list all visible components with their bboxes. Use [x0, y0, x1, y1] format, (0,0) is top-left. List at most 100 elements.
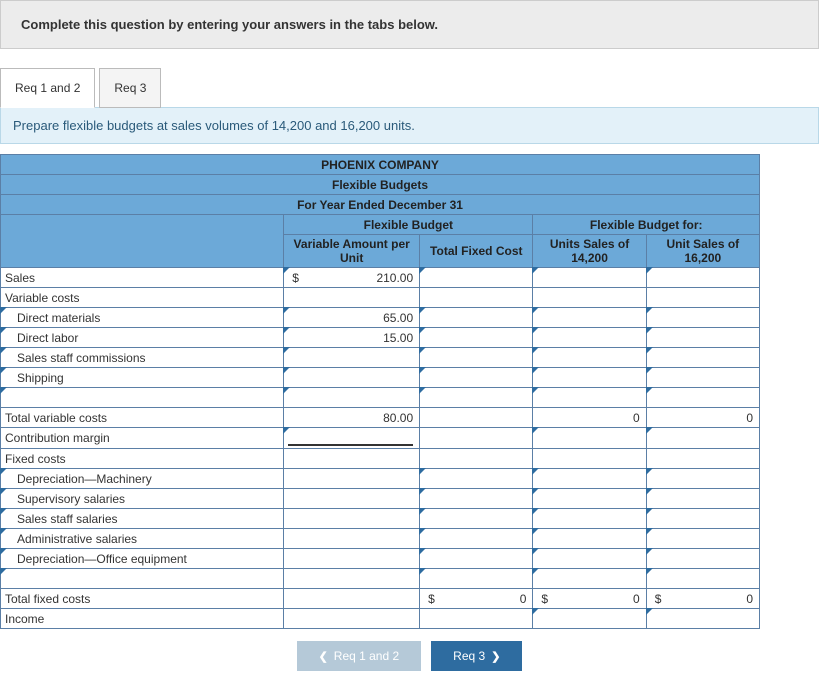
cell[interactable]: [284, 569, 420, 589]
cell[interactable]: [646, 388, 759, 408]
cell[interactable]: [646, 529, 759, 549]
cell[interactable]: [284, 529, 420, 549]
cell[interactable]: [533, 469, 646, 489]
label-ship[interactable]: Shipping: [1, 368, 284, 388]
cell[interactable]: [284, 469, 420, 489]
blank-header: [1, 215, 284, 268]
cell[interactable]: [646, 549, 759, 569]
cell[interactable]: [420, 288, 533, 308]
cell[interactable]: [533, 308, 646, 328]
cell[interactable]: [420, 569, 533, 589]
label-sup[interactable]: Supervisory salaries: [1, 489, 284, 509]
label-varcosts[interactable]: Variable costs: [1, 288, 284, 308]
cell[interactable]: [284, 489, 420, 509]
cell[interactable]: [533, 288, 646, 308]
cell[interactable]: [533, 609, 646, 629]
label-ssc[interactable]: Sales staff commissions: [1, 348, 284, 368]
label-adm[interactable]: Administrative salaries: [1, 529, 284, 549]
cell-sales-pu[interactable]: $210.00: [284, 268, 420, 288]
label-blank[interactable]: [1, 388, 284, 408]
cell[interactable]: [646, 449, 759, 469]
cell[interactable]: [284, 449, 420, 469]
cell-sales-16[interactable]: [646, 268, 759, 288]
cell[interactable]: [533, 449, 646, 469]
cell-tfc-16[interactable]: $0: [646, 589, 759, 609]
cell[interactable]: [533, 549, 646, 569]
cell-dl-pu[interactable]: 15.00: [284, 328, 420, 348]
label-cm[interactable]: Contribution margin: [1, 428, 284, 449]
cell[interactable]: [420, 449, 533, 469]
cell[interactable]: [646, 489, 759, 509]
cell[interactable]: [420, 328, 533, 348]
cell[interactable]: [420, 408, 533, 428]
next-button[interactable]: Req 3 ❯: [431, 641, 522, 671]
row-sales-staff-salaries: Sales staff salaries: [1, 509, 760, 529]
row-dep-office-equipment: Depreciation—Office equipment: [1, 549, 760, 569]
cell-dm-pu[interactable]: 65.00: [284, 308, 420, 328]
cell-tvc-14[interactable]: 0: [533, 408, 646, 428]
label-sss[interactable]: Sales staff salaries: [1, 509, 284, 529]
cell[interactable]: [646, 348, 759, 368]
cell[interactable]: [284, 368, 420, 388]
label-depm[interactable]: Depreciation—Machinery: [1, 469, 284, 489]
cell-tfc-14[interactable]: $0: [533, 589, 646, 609]
cell[interactable]: [646, 308, 759, 328]
cell[interactable]: [284, 348, 420, 368]
row-contribution-margin: Contribution margin: [1, 428, 760, 449]
cell[interactable]: [646, 428, 759, 449]
cell[interactable]: [420, 348, 533, 368]
cell[interactable]: [420, 489, 533, 509]
label-blank[interactable]: [1, 569, 284, 589]
cell[interactable]: [646, 469, 759, 489]
cell[interactable]: [533, 489, 646, 509]
cell[interactable]: [420, 388, 533, 408]
cell[interactable]: [284, 388, 420, 408]
cell[interactable]: [284, 589, 420, 609]
prev-button[interactable]: ❮ Req 1 and 2: [297, 641, 422, 671]
cell[interactable]: [533, 509, 646, 529]
cell[interactable]: [284, 609, 420, 629]
cell[interactable]: [533, 328, 646, 348]
cell[interactable]: [284, 549, 420, 569]
cell[interactable]: [533, 388, 646, 408]
cell[interactable]: [533, 428, 646, 449]
cell[interactable]: [533, 569, 646, 589]
cell[interactable]: [646, 609, 759, 629]
cell[interactable]: [284, 288, 420, 308]
cell[interactable]: [646, 328, 759, 348]
row-fixed-costs: Fixed costs: [1, 449, 760, 469]
label-depo[interactable]: Depreciation—Office equipment: [1, 549, 284, 569]
cell[interactable]: [533, 368, 646, 388]
cell[interactable]: [646, 509, 759, 529]
label-income[interactable]: Income: [1, 609, 284, 629]
cell[interactable]: [420, 509, 533, 529]
tab-req-1-and-2[interactable]: Req 1 and 2: [0, 68, 95, 108]
label-dl[interactable]: Direct labor: [1, 328, 284, 348]
label-tvc[interactable]: Total variable costs: [1, 408, 284, 428]
cell-sales-14[interactable]: [533, 268, 646, 288]
cell[interactable]: [646, 368, 759, 388]
cell[interactable]: [284, 509, 420, 529]
cell[interactable]: [533, 348, 646, 368]
tab-req-3[interactable]: Req 3: [99, 68, 161, 108]
label-tfc[interactable]: Total fixed costs: [1, 589, 284, 609]
label-dm[interactable]: Direct materials: [1, 308, 284, 328]
cell-tfc-fixed[interactable]: $0: [420, 589, 533, 609]
cell[interactable]: [420, 308, 533, 328]
cell[interactable]: [420, 368, 533, 388]
cell[interactable]: [646, 288, 759, 308]
cell[interactable]: [420, 428, 533, 449]
cell-cm-pu[interactable]: [284, 428, 420, 449]
cell[interactable]: [420, 529, 533, 549]
cell[interactable]: [420, 549, 533, 569]
cell-tvc-16[interactable]: 0: [646, 408, 759, 428]
row-sales: Sales $210.00: [1, 268, 760, 288]
cell[interactable]: [420, 609, 533, 629]
cell[interactable]: [420, 469, 533, 489]
cell[interactable]: [533, 529, 646, 549]
cell-tvc-pu[interactable]: 80.00: [284, 408, 420, 428]
label-sales[interactable]: Sales: [1, 268, 284, 288]
cell[interactable]: [646, 569, 759, 589]
cell-sales-fixed[interactable]: [420, 268, 533, 288]
label-fixed[interactable]: Fixed costs: [1, 449, 284, 469]
